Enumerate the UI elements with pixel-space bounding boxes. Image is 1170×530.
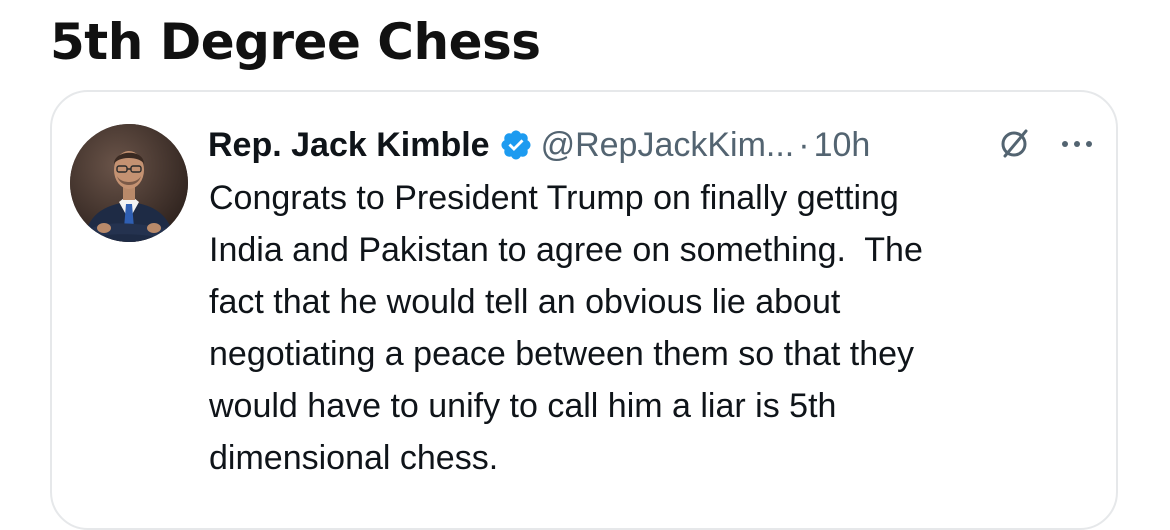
tweet-text: Congrats to President Trump on finally g… xyxy=(209,179,923,477)
tweet-header: Rep. Jack Kimble @RepJackKim... · 10h xyxy=(208,122,870,168)
profile-photo xyxy=(70,124,188,242)
separator: · xyxy=(798,125,810,164)
author-handle[interactable]: @RepJackKim... xyxy=(541,126,795,165)
post-title: 5th Degree Chess xyxy=(50,13,541,71)
more-options-icon[interactable] xyxy=(1057,136,1097,152)
timestamp[interactable]: 10h xyxy=(814,126,871,165)
grok-icon[interactable] xyxy=(996,126,1032,162)
verified-badge-icon xyxy=(499,128,533,162)
author-display-name[interactable]: Rep. Jack Kimble xyxy=(208,126,490,165)
avatar[interactable] xyxy=(70,124,188,242)
